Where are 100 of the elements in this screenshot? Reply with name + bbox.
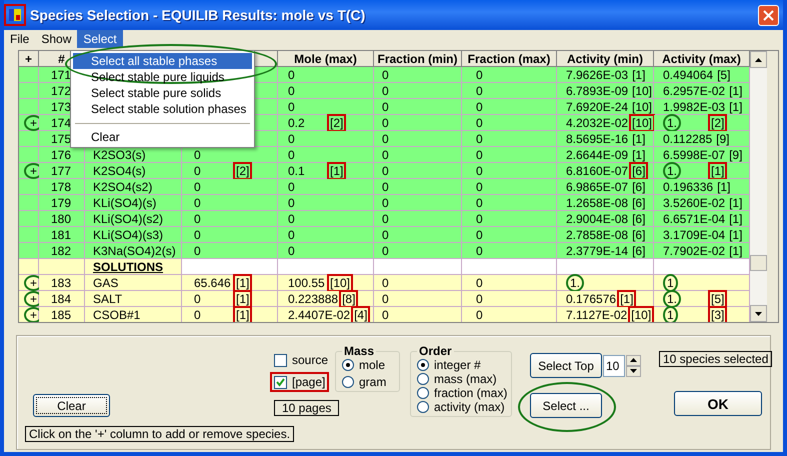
table-cell: 178 xyxy=(39,179,85,195)
checkbox[interactable]: source xyxy=(272,352,330,368)
table-cell: 0 xyxy=(374,147,462,163)
table-cell: K2SO3(s) xyxy=(85,147,182,163)
table-cell: 0 xyxy=(462,179,557,195)
column-header[interactable]: Mole (max) xyxy=(278,51,374,67)
check-icon xyxy=(276,378,285,386)
up-arrow-icon xyxy=(755,58,762,62)
table-cell: 0 xyxy=(462,163,557,179)
table-cell: 0.1 [1] xyxy=(278,163,374,179)
table-cell: 0 xyxy=(462,307,557,322)
table-cell: 0 xyxy=(462,243,557,259)
menu-item[interactable]: Select xyxy=(77,30,123,48)
radio-option[interactable]: mole xyxy=(342,358,395,371)
table-cell: 182 xyxy=(39,243,85,259)
table-cell: 0.2 [2] xyxy=(278,115,374,131)
table-cell: 0.494064 [5] xyxy=(654,67,750,83)
table-cell: 0 xyxy=(182,195,278,211)
radio-option[interactable]: gram xyxy=(342,375,395,388)
column-header[interactable]: + xyxy=(19,51,39,67)
table-cell: 0 xyxy=(462,227,557,243)
menu-item[interactable]: File xyxy=(4,30,36,48)
add-cell[interactable] xyxy=(19,259,39,275)
spin-up-button[interactable] xyxy=(626,354,641,366)
table-cell: 0 xyxy=(462,211,557,227)
table-cell: 1. [2] xyxy=(654,115,750,131)
menu-item[interactable]: Show xyxy=(35,30,78,48)
table-cell: 0 xyxy=(462,131,557,147)
ok-button[interactable]: OK xyxy=(674,391,762,416)
table-cell: 0 xyxy=(462,275,557,291)
scrollbar[interactable] xyxy=(750,51,767,322)
table-cell: 0 xyxy=(278,83,374,99)
add-cell[interactable]: + xyxy=(19,307,39,322)
column-header[interactable]: Fraction (max) xyxy=(462,51,557,67)
table-cell: 1 [3] xyxy=(654,307,750,322)
table-cell: KLi(SO4)(s) xyxy=(85,195,182,211)
add-cell[interactable] xyxy=(19,131,39,147)
add-cell[interactable] xyxy=(19,227,39,243)
table-cell: 0 xyxy=(462,115,557,131)
column-header[interactable]: Activity (max) xyxy=(654,51,750,67)
table-cell: 0 xyxy=(462,99,557,115)
add-cell[interactable] xyxy=(19,243,39,259)
table-cell: 0 xyxy=(278,131,374,147)
radio-option[interactable]: activity (max) xyxy=(417,400,508,413)
add-cell[interactable] xyxy=(19,147,39,163)
checkbox[interactable]: [page] xyxy=(272,374,328,390)
clear-button[interactable]: Clear xyxy=(33,394,110,417)
table-cell: 4.2032E-02 [10] xyxy=(557,115,654,131)
column-header[interactable]: Activity (min) xyxy=(557,51,654,67)
add-cell[interactable]: + xyxy=(19,291,39,307)
select-top-button[interactable]: Select Top xyxy=(530,353,602,378)
table-cell: 0.196336 [1] xyxy=(654,179,750,195)
select-button[interactable]: Select ... xyxy=(530,393,602,418)
table-cell: 0 xyxy=(462,291,557,307)
down-arrow-icon xyxy=(630,369,637,373)
table-cell: 176 xyxy=(39,147,85,163)
spin-down-button[interactable] xyxy=(626,366,641,376)
table-cell: 6.8160E-07 [6] xyxy=(557,163,654,179)
count-field[interactable]: 10 xyxy=(603,354,625,376)
table-cell: 6.6571E-04 [1] xyxy=(654,211,750,227)
table-cell: 0 xyxy=(374,179,462,195)
add-cell[interactable] xyxy=(19,67,39,83)
add-cell[interactable]: + xyxy=(19,163,39,179)
column-header[interactable]: Fraction (min) xyxy=(374,51,462,67)
add-cell[interactable]: + xyxy=(19,115,39,131)
annotation-circle: 1 xyxy=(663,306,678,322)
table-cell: 0 xyxy=(182,147,278,163)
table-cell: 177 xyxy=(39,163,85,179)
add-cell[interactable] xyxy=(19,99,39,115)
table-cell: 0 xyxy=(374,83,462,99)
window-title: Species Selection - EQUILIB Results: mole vs T(C) xyxy=(30,7,366,23)
table-cell: 0 xyxy=(374,211,462,227)
menu-option[interactable]: Select all stable phases xyxy=(73,53,252,69)
table-cell: GAS xyxy=(85,275,182,291)
table-cell: SALT xyxy=(85,291,182,307)
table-cell: 185 xyxy=(39,307,85,322)
table-cell: 0 xyxy=(374,131,462,147)
group-title: Mass xyxy=(343,344,376,358)
add-cell[interactable] xyxy=(19,179,39,195)
table-cell: 0 xyxy=(374,307,462,322)
close-button[interactable] xyxy=(758,4,779,26)
add-cell[interactable] xyxy=(19,195,39,211)
table-cell: 0 xyxy=(462,83,557,99)
table-cell: KLi(SO4)(s3) xyxy=(85,227,182,243)
group-title: Order xyxy=(418,344,453,358)
radio-option[interactable]: mass (max) xyxy=(417,372,508,385)
add-cell[interactable]: + xyxy=(19,275,39,291)
table-cell: 0 [2] xyxy=(182,163,278,179)
table-cell: 2.4407E-02 [4] xyxy=(278,307,374,322)
table-cell: K3Na(SO4)2(s) xyxy=(85,243,182,259)
table-cell: 183 xyxy=(39,275,85,291)
table-cell: CSOB#1 xyxy=(85,307,182,322)
table-cell: 7.1127E-02 [10] xyxy=(557,307,654,322)
add-cell[interactable] xyxy=(19,211,39,227)
radio-option[interactable]: fraction (max) xyxy=(417,386,508,399)
table-cell: 1. [5] xyxy=(654,291,750,307)
scroll-thumb[interactable] xyxy=(750,255,767,271)
add-cell[interactable] xyxy=(19,83,39,99)
radio-option[interactable]: integer # xyxy=(417,358,508,371)
table-cell: 2.9004E-08 [6] xyxy=(557,211,654,227)
